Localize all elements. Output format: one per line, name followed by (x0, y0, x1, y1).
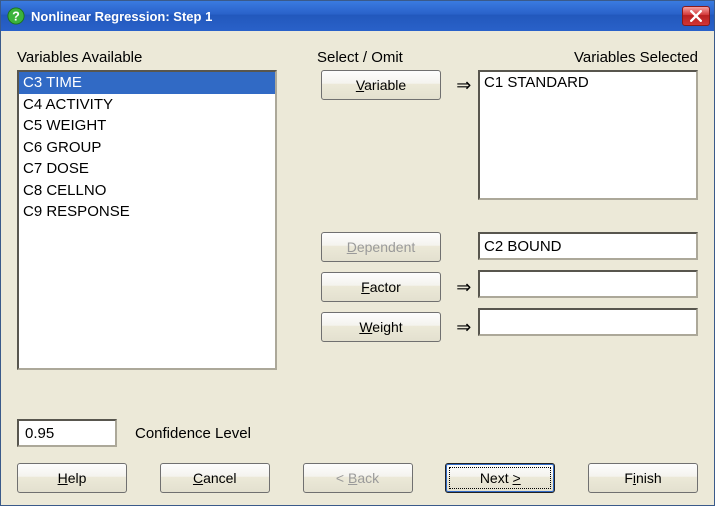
factor-button[interactable]: Factor (321, 272, 441, 302)
variables-available-list[interactable]: C3 TIMEC4 ACTIVITYC5 WEIGHTC6 GROUPC7 DO… (17, 70, 277, 370)
list-item[interactable]: C3 TIME (19, 72, 275, 94)
cancel-button[interactable]: Cancel (160, 463, 270, 493)
close-button[interactable] (682, 6, 710, 26)
list-item[interactable]: C6 GROUP (19, 137, 275, 159)
variables-selected-list[interactable]: C1 STANDARD (478, 70, 698, 200)
arrow-icon: ⇒ (456, 70, 471, 100)
help-icon: ? (7, 7, 25, 25)
confidence-level-input[interactable] (17, 419, 117, 447)
dependent-field[interactable] (478, 232, 698, 260)
arrow-icon: ⇒ (456, 312, 471, 342)
dialog-window: ? Nonlinear Regression: Step 1 Variables… (0, 0, 715, 506)
main-content-row: C3 TIMEC4 ACTIVITYC5 WEIGHTC6 GROUPC7 DO… (17, 70, 698, 370)
footer-buttons: Help Cancel < Back Next > Finish (17, 463, 698, 493)
client-area: Variables Available Select / Omit Variab… (1, 31, 714, 505)
label-select-omit: Select / Omit (317, 49, 487, 66)
variable-button[interactable]: Variable (321, 70, 441, 100)
dependent-button: Dependent (321, 232, 441, 262)
window-title: Nonlinear Regression: Step 1 (31, 9, 682, 24)
label-variables-selected: Variables Selected (487, 49, 698, 66)
svg-text:?: ? (12, 10, 20, 24)
arrow-icon: ⇒ (456, 272, 471, 302)
help-button[interactable]: Help (17, 463, 127, 493)
title-bar: ? Nonlinear Regression: Step 1 (1, 1, 714, 31)
confidence-row: Confidence Level (17, 419, 698, 447)
confidence-level-label: Confidence Level (135, 425, 251, 442)
list-item[interactable]: C7 DOSE (19, 158, 275, 180)
list-item[interactable]: C8 CELLNO (19, 180, 275, 202)
list-item[interactable]: C5 WEIGHT (19, 115, 275, 137)
weight-button[interactable]: Weight (321, 312, 441, 342)
finish-button[interactable]: Finish (588, 463, 698, 493)
weight-field[interactable] (478, 308, 698, 336)
back-button: < Back (303, 463, 413, 493)
label-variables-available: Variables Available (17, 49, 287, 66)
next-button[interactable]: Next > (445, 463, 555, 493)
column-headers: Variables Available Select / Omit Variab… (17, 49, 698, 66)
list-item[interactable]: C9 RESPONSE (19, 201, 275, 223)
list-item[interactable]: C1 STANDARD (484, 73, 692, 93)
list-item[interactable]: C4 ACTIVITY (19, 94, 275, 116)
factor-field[interactable] (478, 270, 698, 298)
